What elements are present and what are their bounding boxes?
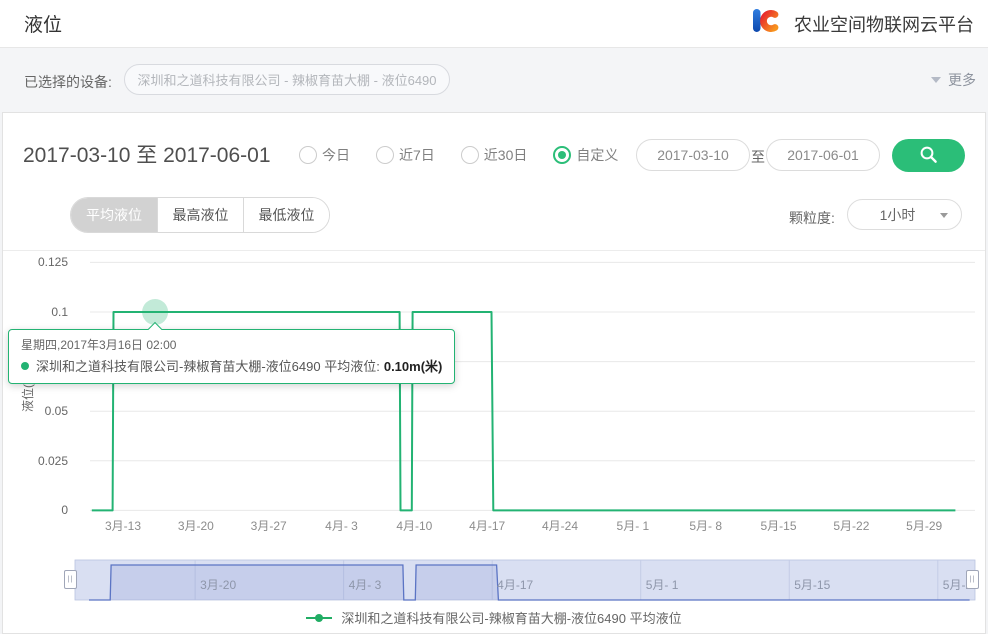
device-bar: 已选择的设备: 深圳和之道科技有限公司 - 辣椒育苗大棚 - 液位6490 更多 [0, 48, 988, 112]
x-tick-label: 5月- 8 [674, 517, 738, 534]
tooltip-value: 0.10m(米) [384, 356, 443, 375]
metric-tab-group: 平均液位最高液位最低液位 [70, 197, 330, 233]
kc-logo-icon [749, 5, 785, 42]
tooltip-metric-label: 平均液位: [324, 356, 380, 375]
tooltip-series-row: 深圳和之道科技有限公司-辣椒育苗大棚-液位6490 平均液位: 0.10m(米) [21, 356, 442, 375]
selected-range-title: 2017-03-10 至 2017-06-01 [23, 139, 271, 169]
y-tick-label: 0.1 [8, 305, 68, 319]
navigator-tick-label: 4月- 3 [349, 576, 382, 593]
metric-tab[interactable]: 最高液位 [157, 198, 243, 232]
datazoom-right-handle[interactable]: || [966, 570, 979, 589]
x-tick-label: 4月-17 [455, 517, 519, 534]
navigator-tick-label: 4月-17 [497, 576, 533, 593]
x-tick-label: 3月-13 [91, 517, 155, 534]
more-toggle[interactable]: 更多 [931, 70, 976, 90]
quick-range-option[interactable]: 自定义 [553, 145, 618, 165]
granularity-value: 1小时 [880, 205, 916, 225]
tooltip-datetime: 星期四,2017年3月16日 02:00 [21, 336, 442, 353]
chart-legend[interactable]: 深圳和之道科技有限公司-辣椒育苗大棚-液位6490 平均液位 [0, 608, 988, 627]
x-tick-label: 3月-27 [237, 517, 301, 534]
x-tick-label: 4月-10 [382, 517, 446, 534]
x-tick-label: 5月-29 [892, 517, 956, 534]
radio-selected-icon [553, 146, 571, 164]
selected-device-label: 已选择的设备: [24, 72, 112, 92]
radio-icon [461, 146, 479, 164]
y-tick-label: 0.05 [8, 404, 68, 418]
legend-label: 深圳和之道科技有限公司-辣椒育苗大棚-液位6490 平均液位 [341, 608, 681, 627]
radio-icon [299, 146, 317, 164]
x-tick-label: 4月-24 [528, 517, 592, 534]
granularity-label: 颗粒度: [789, 208, 835, 228]
datazoom-left-handle[interactable]: || [64, 570, 77, 589]
start-date-input[interactable] [636, 139, 750, 171]
radio-label: 今日 [322, 145, 350, 165]
date-between-label: 至 [751, 147, 765, 167]
quick-range-option[interactable]: 今日 [299, 145, 350, 165]
chart-tooltip: 星期四,2017年3月16日 02:00 深圳和之道科技有限公司-辣椒育苗大棚-… [8, 329, 455, 384]
end-date-input[interactable] [766, 139, 880, 171]
liquid-level-page: 液位 农业空间物联网云平台 [0, 0, 988, 634]
page-title: 液位 [24, 10, 62, 37]
navigator-tick-label: 3月-20 [200, 576, 236, 593]
y-tick-label: 0.125 [8, 255, 68, 269]
datazoom-navigator[interactable] [0, 556, 988, 604]
x-tick-label: 4月- 3 [310, 517, 374, 534]
chevron-down-icon [931, 77, 941, 83]
quick-range-option[interactable]: 近30日 [461, 145, 528, 165]
search-button[interactable] [892, 139, 965, 172]
x-tick-label: 3月-20 [164, 517, 228, 534]
app-header: 液位 农业空间物联网云平台 [0, 0, 988, 48]
brand: 农业空间物联网云平台 [749, 5, 974, 42]
selected-device-pill[interactable]: 深圳和之道科技有限公司 - 辣椒育苗大棚 - 液位6490 [124, 64, 450, 95]
navigator-tick-label: 5月-15 [794, 576, 830, 593]
granularity-select[interactable]: 1小时 [847, 199, 962, 230]
x-tick-label: 5月-22 [819, 517, 883, 534]
x-tick-label: 5月- 1 [601, 517, 665, 534]
quick-range-option[interactable]: 近7日 [376, 145, 435, 165]
radio-icon [376, 146, 394, 164]
navigator-tick-label: 5月- 1 [646, 576, 679, 593]
y-tick-label: 0 [8, 503, 68, 517]
radio-label: 近30日 [484, 145, 528, 165]
x-tick-label: 5月-15 [747, 517, 811, 534]
search-icon [919, 145, 938, 167]
y-tick-label: 0.025 [8, 454, 68, 468]
series-dot-icon [21, 362, 29, 370]
more-label: 更多 [948, 70, 976, 90]
metric-tab[interactable]: 平均液位 [71, 198, 157, 232]
liquid-level-chart[interactable] [0, 250, 988, 556]
tooltip-series-name: 深圳和之道科技有限公司-辣椒育苗大棚-液位6490 [36, 356, 321, 375]
radio-label: 自定义 [576, 145, 618, 165]
chevron-down-icon [940, 213, 948, 218]
metric-tab[interactable]: 最低液位 [243, 198, 329, 232]
quick-range-radio-group: 今日 近7日 近30日 自定义 [299, 145, 618, 165]
legend-line-dot-icon [306, 617, 332, 619]
brand-name: 农业空间物联网云平台 [794, 11, 974, 37]
radio-label: 近7日 [399, 145, 435, 165]
